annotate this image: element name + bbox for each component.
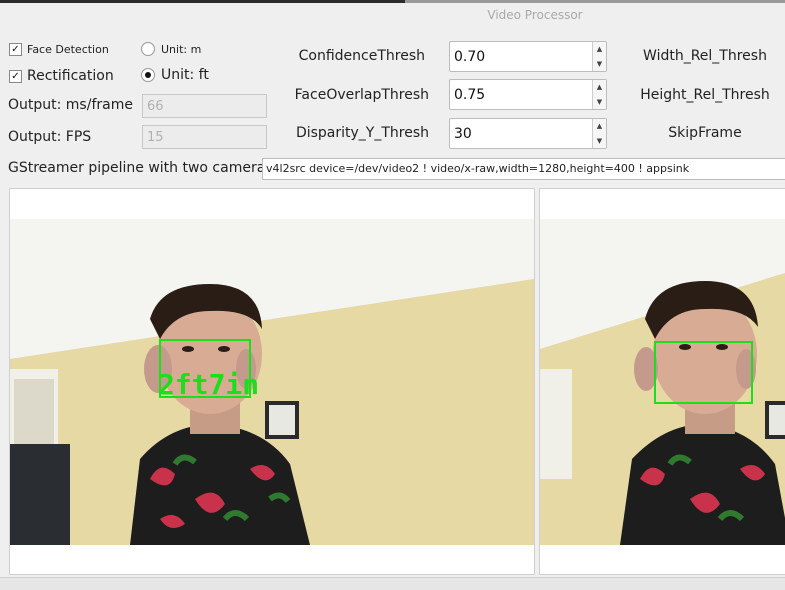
checkmark-icon: ✓ [9,69,22,83]
disparity-y-thresh-spinbox[interactable]: 30 ▲ ▼ [449,118,607,149]
radio-selected-icon [141,68,155,82]
distance-label: 2ft7in [158,368,259,401]
status-bar [0,577,785,590]
spin-up-icon[interactable]: ▲ [593,42,606,56]
rectification-checkbox[interactable]: ✓ Rectification [9,68,114,84]
face-detection-checkbox[interactable]: ✓ Face Detection [9,43,109,56]
spin-up-icon[interactable]: ▲ [593,80,606,94]
height-rel-thresh-label: Height_Rel_Thresh [640,87,770,103]
left-camera-panel: 2ft7in [9,188,535,575]
width-rel-thresh-label: Width_Rel_Thresh [643,48,767,64]
unit-m-radio[interactable]: Unit: m [141,42,201,56]
spin-down-icon[interactable]: ▼ [593,134,606,148]
confidence-thresh-label: ConfidenceThresh [298,48,425,64]
radio-icon [141,42,155,56]
spin-up-icon[interactable]: ▲ [593,119,606,133]
spin-down-icon[interactable]: ▼ [593,95,606,109]
fps-label: Output: FPS [8,129,92,145]
disparity-y-thresh-label: Disparity_Y_Thresh [295,125,429,141]
ms-frame-label: Output: ms/frame [8,97,133,113]
unit-ft-radio[interactable]: Unit: ft [141,67,209,83]
checkmark-icon: ✓ [9,43,22,56]
pipeline-label: GStreamer pipeline with two cameras: [8,160,278,176]
window-title: Video Processor [487,8,583,22]
right-camera-panel [539,188,785,575]
face-overlap-thresh-label: FaceOverlapThresh [294,87,429,103]
pipeline-input[interactable]: v4l2src device=/dev/video2 ! video/x-raw… [262,158,785,180]
face-overlap-thresh-spinbox[interactable]: 0.75 ▲ ▼ [449,79,607,110]
skip-frame-label: SkipFrame [668,125,742,141]
ms-frame-output: 66 [142,94,267,118]
right-camera-view [540,219,785,545]
spin-down-icon[interactable]: ▼ [593,57,606,71]
left-camera-view: 2ft7in [10,219,534,545]
fps-output: 15 [142,125,267,149]
confidence-thresh-spinbox[interactable]: 0.70 ▲ ▼ [449,41,607,72]
title-bar [0,0,785,3]
